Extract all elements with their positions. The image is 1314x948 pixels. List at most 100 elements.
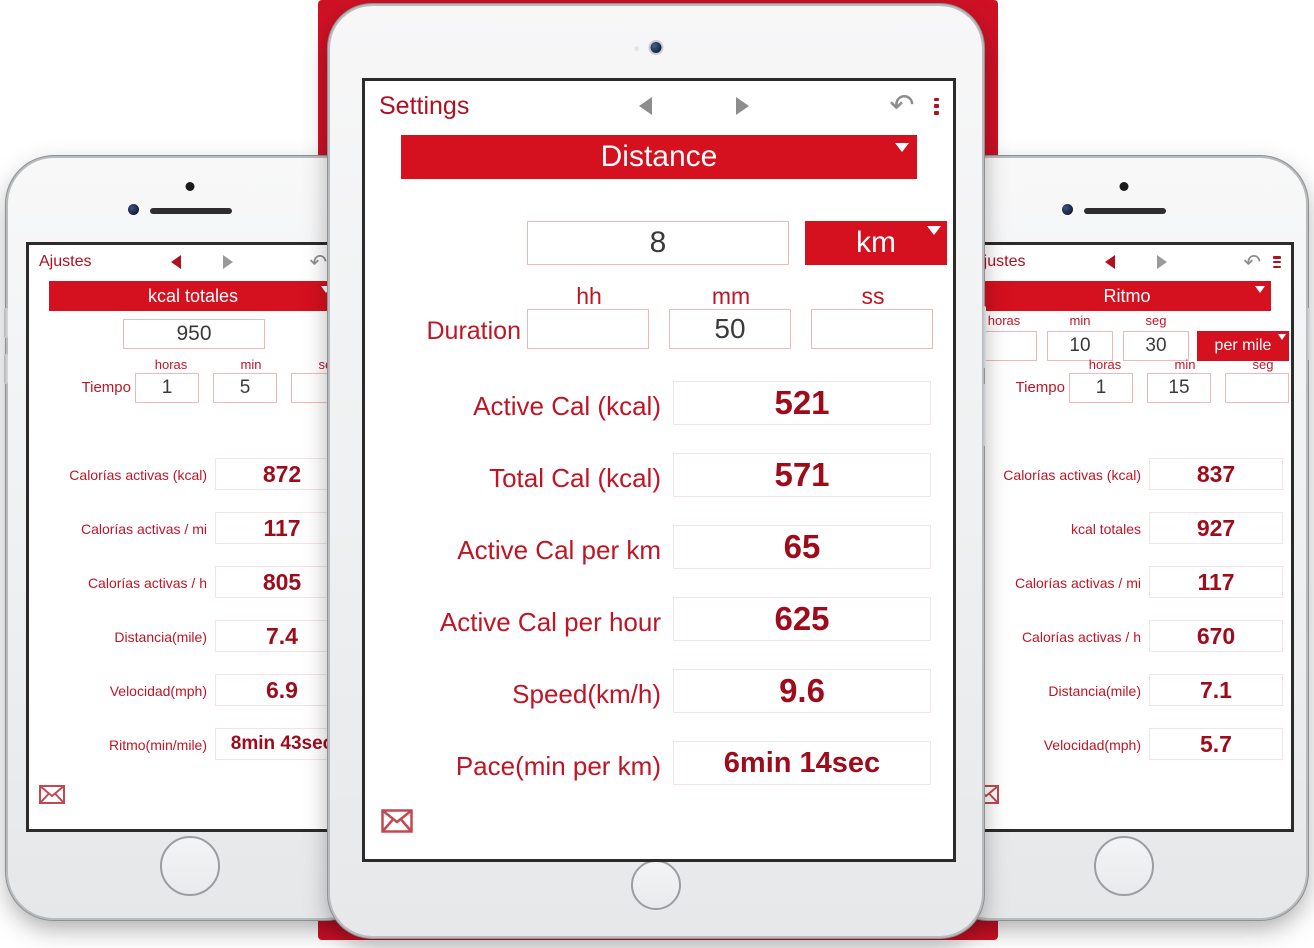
right-phone-device: Ajustes ↶ Ritmo horas min seg 10 30 per … (938, 158, 1310, 918)
result-value: 521 (673, 381, 931, 425)
front-camera-icon (185, 182, 195, 191)
result-value: 927 (1149, 512, 1283, 544)
triangle-left-icon[interactable] (1105, 255, 1116, 269)
mode-dropdown-value: kcal totales (147, 285, 239, 306)
pace-unit-sec-label: seg (1145, 313, 1167, 328)
time-minutes-input[interactable]: 15 (1147, 373, 1211, 403)
result-value: 670 (1149, 620, 1283, 652)
result-label: Active Cal (kcal) (473, 391, 661, 421)
value-input[interactable]: 8 (527, 221, 789, 265)
mode-dropdown[interactable]: Distance (401, 135, 917, 179)
right-phone-topbar: Ajustes ↶ (963, 245, 1291, 279)
mode-dropdown[interactable]: Ritmo (983, 281, 1271, 311)
left-phone-topbar: Ajustes ↶ (29, 245, 357, 279)
result-value: 7.1 (1149, 674, 1283, 706)
result-label: Pace(min per km) (455, 751, 661, 781)
duration-unit-ss-label: ss (861, 283, 885, 309)
unit-dropdown[interactable]: km (805, 221, 947, 265)
caret-down-icon (1278, 334, 1286, 340)
volume-down-button[interactable] (4, 354, 8, 384)
result-value: 5.7 (1149, 728, 1283, 760)
result-label: Distancia(mile) (114, 629, 207, 645)
duration-row-label: Duration (426, 317, 522, 345)
time-hours-input[interactable]: 1 (135, 373, 199, 403)
triangle-right-icon[interactable] (736, 97, 750, 115)
caret-down-icon (895, 143, 909, 152)
result-label: Calorías activas / mi (1014, 575, 1141, 591)
time-seconds-input[interactable] (1225, 373, 1289, 403)
undo-arrow-icon[interactable]: ↶ (309, 252, 327, 273)
result-value: 872 (215, 458, 349, 490)
home-button[interactable] (631, 860, 681, 910)
left-phone-device: Ajustes ↶ kcal totales 950 horas min seg… (4, 158, 376, 918)
time-unit-min-label: min (1174, 357, 1196, 372)
volume-up-button[interactable] (982, 306, 986, 368)
time-minutes-input[interactable]: 5 (213, 373, 277, 403)
proximity-sensor-icon (1062, 204, 1073, 215)
mode-dropdown[interactable]: kcal totales (49, 281, 337, 311)
result-label: kcal totales (1070, 521, 1141, 537)
triangle-left-icon[interactable] (171, 255, 182, 269)
settings-label[interactable]: Settings (379, 92, 469, 121)
result-value: 837 (1149, 458, 1283, 490)
result-label: Active Cal per hour (439, 607, 661, 637)
triangle-right-icon[interactable] (223, 255, 234, 269)
caret-down-icon (1255, 286, 1265, 293)
proximity-sensor-icon (634, 46, 639, 51)
volume-down-button[interactable] (982, 384, 986, 446)
result-value: 6.9 (215, 674, 349, 706)
hamburger-menu-icon[interactable] (1273, 256, 1281, 268)
time-unit-hours-label: horas (1088, 357, 1122, 372)
settings-label[interactable]: Ajustes (39, 253, 91, 271)
result-label: Calorías activas (kcal) (69, 467, 207, 483)
result-value: 8min 43sec (215, 728, 349, 760)
result-label: Speed(km/h) (512, 679, 661, 709)
duration-seconds-input[interactable] (811, 309, 933, 349)
result-label: Calorías activas (kcal) (1003, 467, 1141, 483)
result-label: Velocidad(mph) (1043, 737, 1141, 753)
time-hours-input[interactable]: 1 (1069, 373, 1133, 403)
power-button[interactable] (1306, 308, 1310, 360)
screenshot-stage: Ajustes ↶ kcal totales 950 horas min seg… (0, 0, 1314, 948)
result-value: 805 (215, 566, 349, 598)
duration-minutes-input[interactable]: 50 (669, 309, 791, 349)
volume-up-button[interactable] (4, 308, 8, 338)
tablet-device: Settings ↶ Distance 8 km hh mm ss Durati… (330, 6, 986, 936)
home-button[interactable] (160, 836, 220, 896)
pace-unit-dropdown-value: per mile (1214, 337, 1272, 354)
envelope-icon[interactable] (39, 785, 65, 804)
home-button[interactable] (1094, 836, 1154, 896)
mode-dropdown-value: Ritmo (1103, 285, 1151, 306)
duration-hours-input[interactable] (527, 309, 649, 349)
proximity-sensor-icon (128, 204, 139, 215)
triangle-right-icon[interactable] (1157, 255, 1168, 269)
result-value: 117 (215, 512, 349, 544)
result-value: 9.6 (673, 669, 931, 713)
result-value: 7.4 (215, 620, 349, 652)
result-label: Ritmo(min/mile) (109, 737, 207, 753)
pace-unit-min-label: min (1069, 313, 1091, 328)
time-unit-hours-label: horas (154, 357, 188, 372)
result-value: 571 (673, 453, 931, 497)
envelope-icon[interactable] (381, 809, 413, 833)
result-label: Calorías activas / h (87, 575, 207, 591)
result-label: Distancia(mile) (1048, 683, 1141, 699)
triangle-left-icon[interactable] (639, 97, 653, 115)
front-camera-icon (650, 42, 662, 53)
left-phone-screen: Ajustes ↶ kcal totales 950 horas min seg… (26, 242, 360, 832)
result-value: 6min 14sec (673, 741, 931, 785)
unit-dropdown-value: km (856, 226, 896, 259)
result-value: 65 (673, 525, 931, 569)
undo-arrow-icon[interactable]: ↶ (1243, 252, 1261, 273)
time-row-label: Tiempo (1015, 379, 1065, 396)
result-label: Active Cal per km (457, 535, 661, 565)
value-input[interactable]: 950 (123, 319, 265, 349)
hamburger-menu-icon[interactable] (934, 97, 939, 115)
result-value: 117 (1149, 566, 1283, 598)
right-phone-screen: Ajustes ↶ Ritmo horas min seg 10 30 per … (960, 242, 1294, 832)
undo-arrow-icon[interactable]: ↶ (889, 91, 914, 121)
result-label: Total Cal (kcal) (489, 463, 661, 493)
time-row-label: Tiempo (81, 379, 131, 396)
earpiece-speaker (150, 208, 232, 214)
tablet-topbar: Settings ↶ (365, 81, 953, 131)
